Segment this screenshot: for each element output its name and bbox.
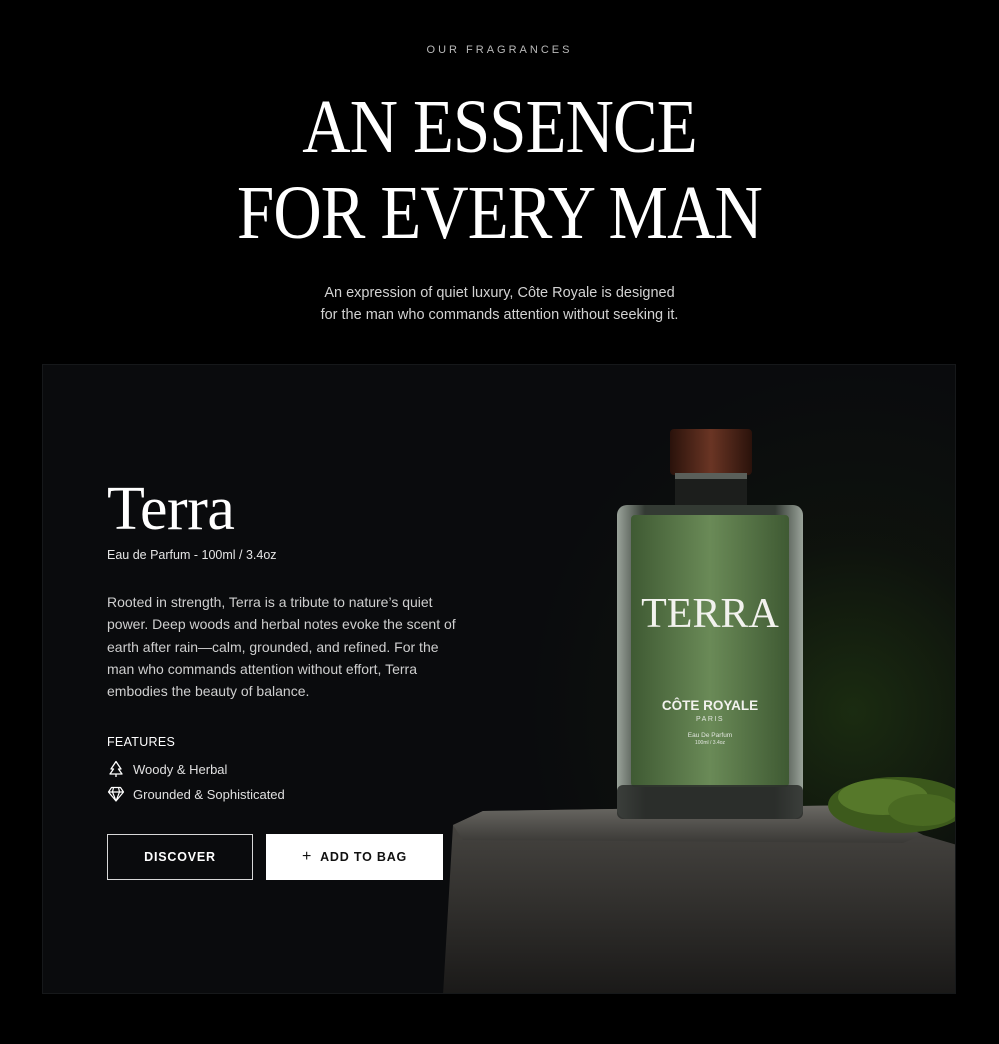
product-card: TERRA CÔTE ROYALE PARIS Eau De Parfum 10…	[42, 364, 956, 994]
discover-button-label: DISCOVER	[144, 850, 216, 864]
bottle-volume: 100ml / 3.4oz	[695, 740, 726, 746]
bottle-brand: CÔTE ROYALE	[662, 698, 758, 713]
product-description: Rooted in strength, Terra is a tribute t…	[107, 594, 456, 700]
feature-item: Woody & Herbal	[107, 760, 227, 778]
eyebrow: OUR FRAGRANCES	[426, 44, 573, 56]
intro-text: An expression of quiet luxury, Côte Roya…	[0, 282, 999, 326]
bottle-name: TERRA	[641, 591, 779, 637]
title-line-2: FOR EVERY MAN	[237, 171, 763, 255]
title-line-1: AN ESSENCE	[302, 85, 697, 169]
add-to-bag-label: ADD TO BAG	[320, 850, 408, 864]
stone-pedestal	[443, 805, 955, 993]
add-to-bag-button[interactable]: + ADD TO BAG	[266, 834, 443, 880]
tree-icon	[109, 760, 123, 777]
bottle-city: PARIS	[696, 716, 724, 723]
perfume-bottle: TERRA CÔTE ROYALE PARIS Eau De Parfum 10…	[617, 429, 803, 819]
intro-line-1: An expression of quiet luxury, Côte Roya…	[324, 285, 675, 301]
bottle-type: Eau De Parfum	[688, 732, 732, 739]
plus-icon: +	[301, 848, 313, 865]
intro-line-2: for the man who commands attention witho…	[320, 307, 679, 323]
feature-label: Woody & Herbal	[133, 761, 228, 777]
product-name: Terra	[107, 475, 235, 543]
discover-button[interactable]: DISCOVER	[107, 834, 253, 880]
feature-item: Grounded & Sophisticated	[107, 785, 285, 803]
product-subtitle: Eau de Parfum - 100ml / 3.4oz	[107, 548, 277, 562]
features-title: FEATURES	[107, 735, 176, 749]
feature-label: Grounded & Sophisticated	[133, 786, 285, 802]
page-title: AN ESSENCE FOR EVERY MAN	[60, 84, 939, 256]
diamond-icon	[107, 786, 125, 802]
